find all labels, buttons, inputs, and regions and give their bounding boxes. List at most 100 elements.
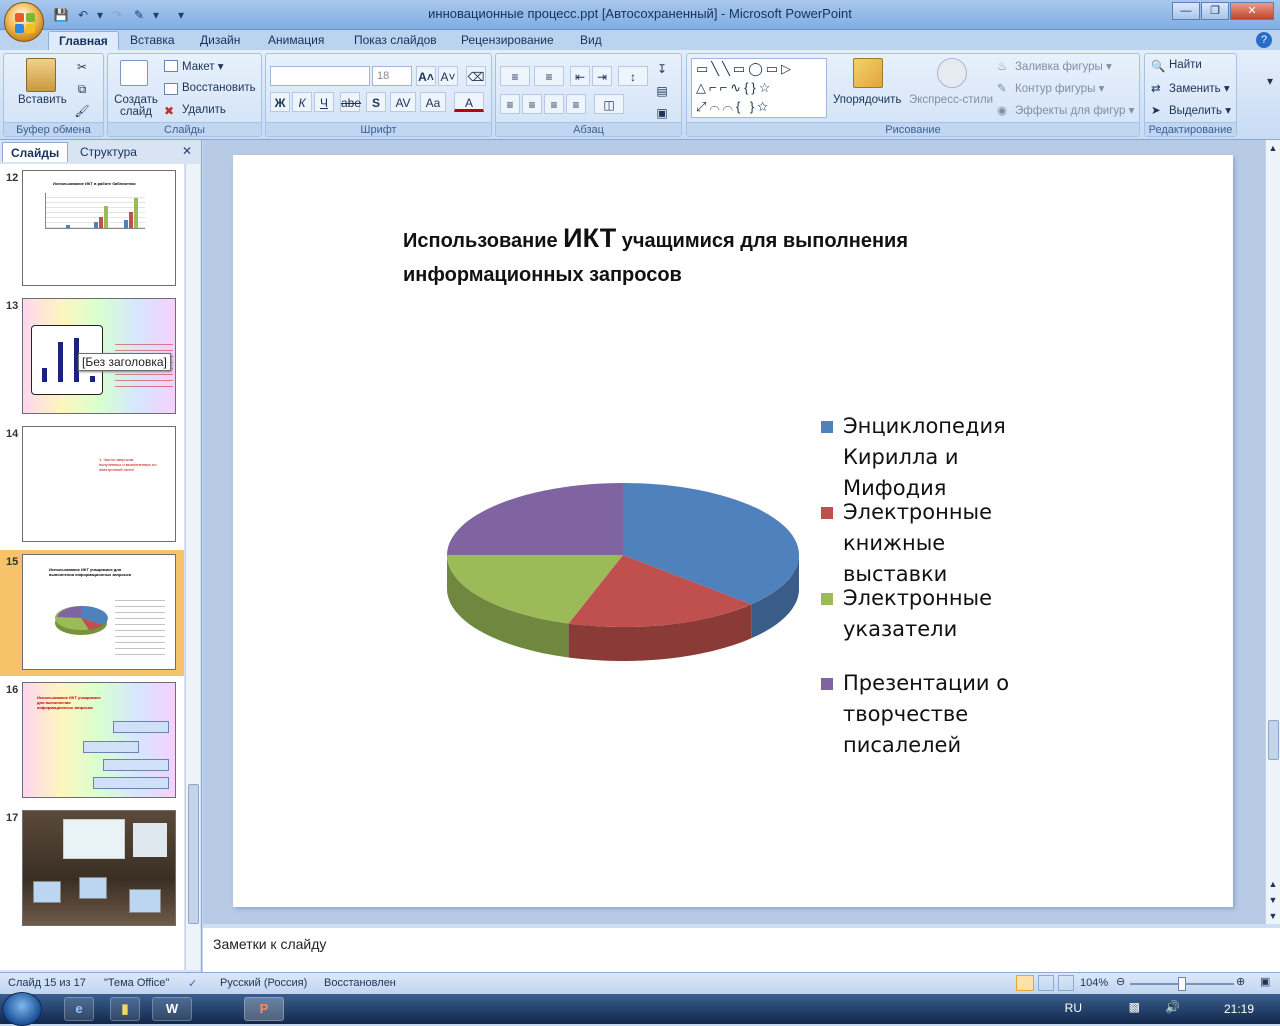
- slideshow-view-icon[interactable]: [1058, 975, 1074, 991]
- scroll-up-icon[interactable]: ▲: [1266, 140, 1280, 154]
- restore-button[interactable]: ❐: [1201, 2, 1229, 20]
- copy-icon[interactable]: ⧉: [72, 78, 92, 98]
- word-icon[interactable]: W: [152, 997, 192, 1021]
- tab-slides[interactable]: Слайды: [2, 142, 69, 162]
- bold-button[interactable]: Ж: [270, 92, 290, 112]
- font-size-combo[interactable]: 18: [372, 66, 412, 86]
- powerpoint-icon[interactable]: P: [244, 997, 284, 1021]
- align-center-icon[interactable]: ≡: [522, 94, 542, 114]
- folder-icon[interactable]: ▮: [110, 997, 140, 1021]
- delete-slide-button[interactable]: ✖ Удалить: [162, 104, 226, 118]
- scroll-down-icon[interactable]: ▼: [1266, 908, 1280, 922]
- tab-slideshow[interactable]: Показ слайдов: [344, 31, 447, 50]
- zoom-level[interactable]: 104%: [1080, 977, 1108, 989]
- new-slide-button[interactable]: Создать слайд: [114, 94, 158, 118]
- arrange-button[interactable]: Упорядочить: [833, 94, 901, 106]
- format-painter-icon[interactable]: 🖌: [72, 100, 92, 120]
- strikethrough-button[interactable]: abe: [340, 92, 361, 112]
- network-icon[interactable]: ▩: [1129, 1000, 1140, 1014]
- shape-outline-button[interactable]: ✎ Контур фигуры ▾: [997, 81, 1104, 95]
- fit-window-icon[interactable]: ▣: [1260, 975, 1270, 988]
- slide-thumbnail-16[interactable]: Использование ИКТ учащимися для выполнен…: [22, 682, 176, 798]
- clear-format-icon[interactable]: ⌫: [466, 66, 486, 86]
- quick-styles-button[interactable]: Экспресс-стили: [909, 94, 993, 106]
- justify-icon[interactable]: ≡: [566, 94, 586, 114]
- slide-thumbnail-12[interactable]: Использование ИКТ в работе библиотеки: [22, 170, 176, 286]
- ribbon-scroll-icon[interactable]: ▾: [1262, 70, 1278, 90]
- find-button[interactable]: 🔍 Найти: [1151, 59, 1202, 73]
- pie-slice-3[interactable]: [447, 483, 623, 555]
- minimize-button[interactable]: —: [1172, 2, 1200, 20]
- language-indicator[interactable]: RU: [1065, 1001, 1082, 1015]
- slide-scroll-thumb[interactable]: [1268, 720, 1279, 760]
- help-icon[interactable]: ?: [1256, 32, 1272, 48]
- shrink-font-icon[interactable]: A˅: [438, 66, 458, 86]
- thumb-row-14[interactable]: 14 1. Число запросов, полученных и выпол…: [0, 422, 184, 548]
- align-text-icon[interactable]: ▤: [652, 80, 672, 100]
- layout-button[interactable]: Макет ▾: [162, 59, 224, 73]
- cut-icon[interactable]: ✂: [72, 56, 92, 76]
- tab-review[interactable]: Рецензирование: [451, 31, 564, 50]
- language-status[interactable]: Русский (Россия): [220, 977, 307, 989]
- smartart-icon[interactable]: ▣: [652, 102, 672, 122]
- replace-button[interactable]: ⇄ Заменить ▾: [1151, 81, 1230, 95]
- office-button[interactable]: [4, 2, 44, 42]
- font-color-button[interactable]: A: [454, 92, 484, 112]
- thumb-row-12[interactable]: 12 Использование ИКТ в работе библиотеки: [0, 166, 184, 292]
- tab-outline[interactable]: Структура: [72, 142, 145, 162]
- change-case-button[interactable]: Aa: [420, 92, 446, 112]
- reset-button[interactable]: Восстановить: [162, 82, 256, 95]
- next-slide-icon[interactable]: ▼: [1266, 892, 1280, 906]
- thumb-row-17[interactable]: 17: [0, 806, 184, 932]
- theme-name[interactable]: "Тема Office": [104, 977, 169, 989]
- tab-home[interactable]: Главная: [48, 31, 119, 50]
- bullets-icon[interactable]: ≡: [500, 66, 530, 86]
- font-name-combo[interactable]: [270, 66, 370, 86]
- text-direction-icon[interactable]: ↧: [652, 58, 672, 78]
- shapes-gallery[interactable]: ▭╲╲▭◯▭▷ △⌐⌐∿{}☆ ⤢⌒⌒{ }☆: [691, 58, 827, 118]
- slide-scrollbar[interactable]: ▲ ▲ ▼ ▼: [1265, 140, 1280, 924]
- volume-icon[interactable]: 🔊: [1165, 1000, 1180, 1014]
- zoom-in-icon[interactable]: ⊕: [1236, 975, 1245, 988]
- shadow-button[interactable]: S: [366, 92, 386, 112]
- thumb-row-15[interactable]: 15 Использование ИКТ учащимися для выпол…: [0, 550, 184, 676]
- zoom-slider-knob[interactable]: [1178, 977, 1186, 991]
- tab-insert[interactable]: Вставка: [120, 31, 185, 50]
- paste-button[interactable]: Вставить: [18, 94, 67, 106]
- tab-animation[interactable]: Анимация: [258, 31, 334, 50]
- increase-indent-icon[interactable]: ⇥: [592, 66, 612, 86]
- slide-thumbnail-15[interactable]: Использование ИКТ учащимися для выполнен…: [22, 554, 176, 670]
- decrease-indent-icon[interactable]: ⇤: [570, 66, 590, 86]
- align-left-icon[interactable]: ≡: [500, 94, 520, 114]
- columns-icon[interactable]: ◫: [594, 94, 624, 114]
- slide-thumbnail-17[interactable]: [22, 810, 176, 926]
- prev-slide-icon[interactable]: ▲: [1266, 876, 1280, 890]
- panel-scrollbar[interactable]: [185, 164, 200, 970]
- char-spacing-button[interactable]: AV: [390, 92, 416, 112]
- tab-view[interactable]: Вид: [570, 31, 612, 50]
- underline-button[interactable]: Ч: [314, 92, 334, 112]
- normal-view-icon[interactable]: [1016, 975, 1034, 991]
- sorter-view-icon[interactable]: [1038, 975, 1054, 991]
- current-slide[interactable]: Использование ИКТ учащимися для выполнен…: [233, 155, 1233, 907]
- close-panel-icon[interactable]: ✕: [182, 144, 192, 158]
- slide-thumbnail-14[interactable]: 1. Число запросов, полученных и выполнен…: [22, 426, 176, 542]
- shape-effects-button[interactable]: ◉ Эффекты для фигур ▾: [997, 103, 1134, 117]
- close-button[interactable]: ✕: [1230, 2, 1274, 20]
- zoom-out-icon[interactable]: ⊖: [1116, 975, 1125, 988]
- panel-scroll-thumb[interactable]: [188, 784, 199, 924]
- line-spacing-icon[interactable]: ↕: [618, 66, 648, 86]
- italic-button[interactable]: К: [292, 92, 312, 112]
- select-button[interactable]: ➤ Выделить ▾: [1151, 103, 1231, 117]
- grow-font-icon[interactable]: A˄: [416, 66, 436, 86]
- start-button[interactable]: [2, 992, 42, 1026]
- thumb-row-16[interactable]: 16 Использование ИКТ учащимися для выпол…: [0, 678, 184, 804]
- align-right-icon[interactable]: ≡: [544, 94, 564, 114]
- tab-design[interactable]: Дизайн: [190, 31, 250, 50]
- notes-pane[interactable]: Заметки к слайду: [203, 924, 1280, 972]
- pie-chart[interactable]: [433, 455, 833, 715]
- clock[interactable]: 21:19: [1224, 1002, 1254, 1016]
- spellcheck-icon[interactable]: ✓: [188, 977, 197, 990]
- numbering-icon[interactable]: ≡: [534, 66, 564, 86]
- slide-title[interactable]: Использование ИКТ учащимися для выполнен…: [403, 221, 1103, 292]
